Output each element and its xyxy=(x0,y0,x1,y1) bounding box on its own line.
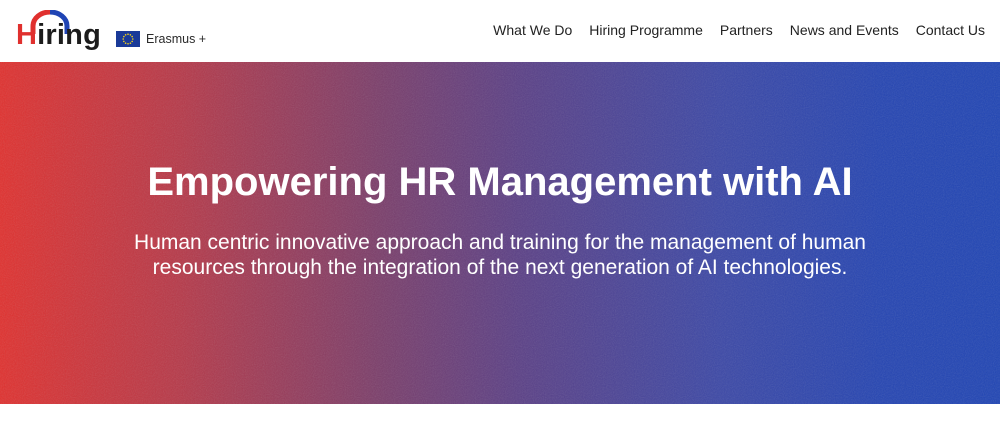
erasmus-badge: Erasmus + xyxy=(116,29,206,49)
logo-letters-rest: iring xyxy=(37,19,101,51)
nav-item-what-we-do[interactable]: What We Do xyxy=(493,20,572,40)
site-header: Hiring Erasmus + What We Do Hiring Progr… xyxy=(0,0,1000,62)
hero-subtitle: Human centric innovative approach and tr… xyxy=(134,231,866,279)
erasmus-label: Erasmus + xyxy=(146,32,207,46)
main-nav: What We Do Hiring Programme Partners New… xyxy=(493,20,985,40)
logo-wordmark: Hiring xyxy=(16,18,101,52)
logo-letter-h: H xyxy=(16,19,38,51)
hiring-logo[interactable]: Hiring xyxy=(16,4,108,56)
page-content-area xyxy=(0,404,1000,445)
nav-item-hiring-programme[interactable]: Hiring Programme xyxy=(589,20,703,40)
hero-banner: Empowering HR Management with AI Human c… xyxy=(0,62,1000,404)
nav-item-contact-us[interactable]: Contact Us xyxy=(916,20,985,40)
nav-item-news-and-events[interactable]: News and Events xyxy=(790,20,899,40)
hero-title: Empowering HR Management with AI xyxy=(147,160,853,204)
eu-flag-icon xyxy=(116,31,140,47)
nav-item-partners[interactable]: Partners xyxy=(720,20,773,40)
